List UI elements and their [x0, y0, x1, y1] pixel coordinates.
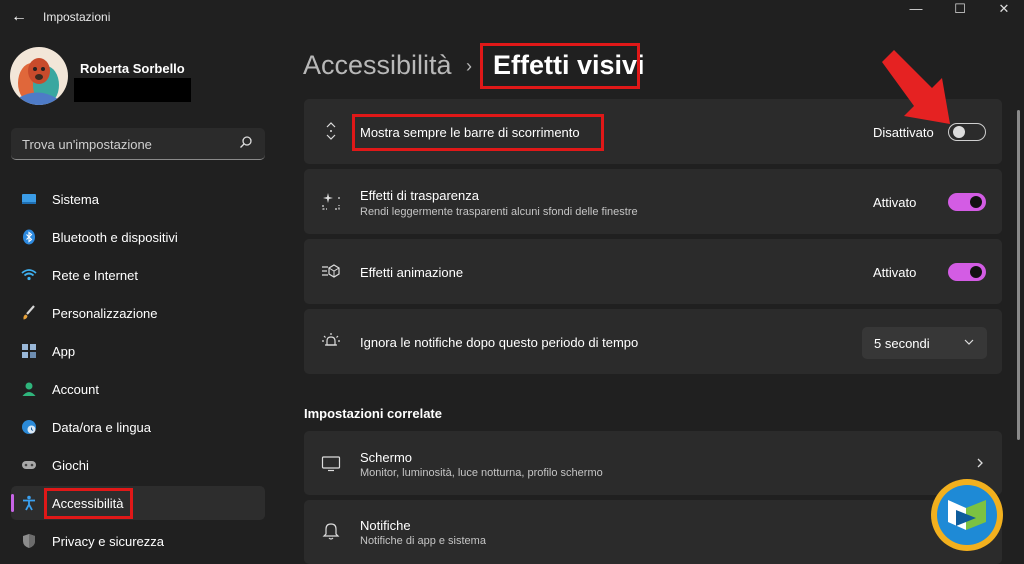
setting-transparency: Effetti di trasparenza Rendi leggermente…: [304, 169, 1002, 234]
back-arrow-icon[interactable]: ←: [10, 8, 28, 26]
annotation-arrow-icon: [882, 50, 950, 124]
bell-icon: [322, 523, 340, 540]
scrollbar[interactable]: [1017, 110, 1020, 440]
sidebar-item-account[interactable]: Account: [11, 372, 265, 406]
transparency-sparkle-icon: [322, 193, 340, 210]
animation-icon: [322, 264, 340, 278]
sidebar-item-rete[interactable]: Rete e Internet: [11, 258, 265, 292]
setting-title: Ignora le notifiche dopo questo periodo …: [360, 335, 639, 350]
annotation-box-setting: [352, 114, 604, 151]
sidebar-item-app[interactable]: App: [11, 334, 265, 368]
monitor-icon: [22, 194, 36, 204]
search-placeholder: Trova un'impostazione: [22, 137, 152, 152]
annotation-box-sidebar: [44, 488, 133, 519]
toggle-knob: [970, 266, 982, 278]
brand-logo-icon: [931, 479, 1003, 551]
setting-animation: Effetti animazione Attivato: [304, 239, 1002, 304]
sidebar-item-label: Bluetooth e dispositivi: [52, 230, 178, 245]
active-indicator: [11, 494, 14, 512]
minimize-button[interactable]: —: [893, 0, 939, 20]
sidebar-item-label: Rete e Internet: [52, 268, 138, 283]
related-item-schermo[interactable]: Schermo Monitor, luminosità, luce nottur…: [304, 431, 1002, 495]
sidebar-item-bluetooth[interactable]: Bluetooth e dispositivi: [11, 220, 265, 254]
avatar[interactable]: [10, 47, 68, 105]
app-title: Impostazioni: [43, 10, 111, 24]
related-subtitle: Monitor, luminosità, luce notturna, prof…: [360, 467, 603, 479]
user-name: Roberta Sorbello: [80, 61, 185, 76]
sidebar-item-giochi[interactable]: Giochi: [11, 448, 265, 482]
notification-timer-icon: [322, 333, 340, 346]
sidebar-item-privacy[interactable]: Privacy e sicurezza: [11, 524, 265, 558]
chevron-down-icon: [964, 339, 974, 345]
search-icon: [240, 136, 252, 148]
toggle-knob: [970, 196, 982, 208]
wifi-icon: [21, 269, 37, 281]
sidebar-item-label: Privacy e sicurezza: [52, 534, 164, 549]
setting-title: Effetti animazione: [360, 265, 464, 280]
setting-title: Effetti di trasparenza: [360, 188, 479, 203]
related-item-notifiche[interactable]: Notifiche Notifiche di app e sistema: [304, 500, 1002, 564]
sidebar-item-label: App: [52, 344, 76, 359]
related-title: Notifiche: [360, 518, 411, 533]
person-icon: [22, 382, 36, 396]
bluetooth-icon: [23, 229, 35, 245]
scroll-arrows-icon: [326, 122, 336, 140]
toggle-state: Attivato: [873, 265, 917, 280]
gamepad-icon: [22, 461, 36, 469]
sidebar-item-label: Data/ora e lingua: [52, 420, 152, 435]
close-button[interactable]: ✕: [981, 0, 1024, 20]
sidebar-item-label: Personalizzazione: [52, 306, 158, 321]
redacted-email: [74, 78, 191, 102]
sidebar-item-label: Giochi: [52, 458, 89, 473]
chevron-right-icon: [977, 458, 983, 468]
sidebar-item-label: Sistema: [52, 192, 99, 207]
breadcrumb-separator: ›: [466, 56, 472, 76]
brush-icon: [23, 305, 35, 320]
setting-subtitle: Rendi leggermente trasparenti alcuni sfo…: [360, 206, 638, 218]
breadcrumb-parent[interactable]: Accessibilità: [303, 50, 452, 81]
title-bar: ← Impostazioni — ☐ ✕: [0, 0, 1024, 34]
setting-notification-timeout: Ignora le notifiche dopo questo periodo …: [304, 309, 1002, 374]
animation-toggle[interactable]: [948, 263, 986, 281]
globe-clock-icon: [22, 420, 36, 434]
sidebar-item-data-ora[interactable]: Data/ora e lingua: [11, 410, 265, 444]
apps-icon: [22, 344, 36, 358]
shield-icon: [23, 534, 35, 548]
related-subtitle: Notifiche di app e sistema: [360, 535, 486, 547]
dropdown-value: 5 secondi: [874, 336, 930, 351]
sidebar-item-label: Account: [52, 382, 99, 397]
sidebar-item-personalizzazione[interactable]: Personalizzazione: [11, 296, 265, 330]
sidebar-item-sistema[interactable]: Sistema: [11, 182, 265, 216]
maximize-button[interactable]: ☐: [937, 0, 983, 20]
timeout-dropdown[interactable]: 5 secondi: [862, 327, 987, 359]
accessibility-icon: [23, 495, 35, 511]
display-icon: [321, 456, 341, 472]
related-title: Schermo: [360, 450, 413, 465]
annotation-box-title: [480, 43, 640, 89]
toggle-state: Attivato: [873, 195, 917, 210]
transparency-toggle[interactable]: [948, 193, 986, 211]
section-heading: Impostazioni correlate: [304, 406, 442, 421]
search-input[interactable]: Trova un'impostazione: [11, 128, 265, 160]
